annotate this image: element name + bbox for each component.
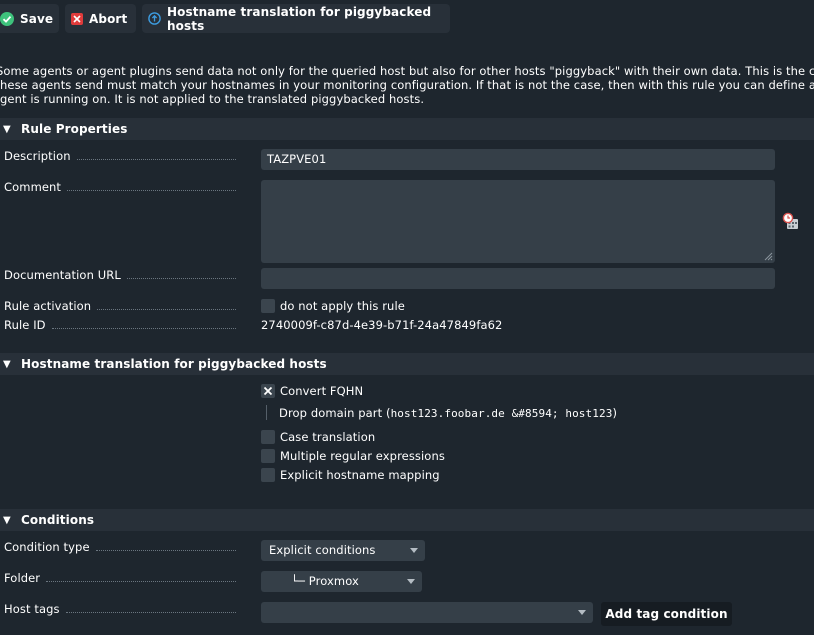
case-translation-label[interactable]: Case translation xyxy=(280,430,375,444)
rule-activation-label: Rule activation xyxy=(4,299,240,313)
label-text: Description xyxy=(4,149,71,163)
disable-rule-checkbox[interactable] xyxy=(261,299,275,313)
description-label: Description xyxy=(4,149,240,163)
rule-id-label: Rule ID xyxy=(4,318,240,332)
drop-domain-text: Drop domain part (host123.foobar.de &#85… xyxy=(279,406,617,420)
intro-line: hese agents send must match your hostnam… xyxy=(0,78,814,92)
drop-domain-suffix: ) xyxy=(612,406,618,420)
hostname-mapping-label[interactable]: Explicit hostname mapping xyxy=(280,468,440,482)
chevron-down-icon xyxy=(578,610,586,615)
section-title: Conditions xyxy=(21,513,95,527)
label-text: Comment xyxy=(4,180,62,194)
triangle-down-icon: ▼ xyxy=(3,123,11,135)
abort-label: Abort xyxy=(89,11,128,26)
documentation-url-field[interactable] xyxy=(261,268,775,289)
comment-textarea[interactable] xyxy=(261,180,775,263)
intro-line: Some agents or agent plugins send data n… xyxy=(0,64,814,78)
regex-label[interactable]: Multiple regular expressions xyxy=(280,449,445,463)
description-field[interactable]: TAZPVE01 xyxy=(261,149,775,170)
label-text: Rule ID xyxy=(4,318,46,332)
case-translation-checkbox[interactable] xyxy=(261,430,275,444)
resize-handle-icon[interactable] xyxy=(763,251,773,261)
convert-fqhn-checkbox[interactable] xyxy=(261,384,275,398)
rule-intro-text: Some agents or agent plugins send data n… xyxy=(0,64,814,106)
help-context-button[interactable]: Hostname translation for piggybacked hos… xyxy=(142,4,450,33)
host-tags-select[interactable] xyxy=(261,602,593,623)
drop-domain-example: host123.foobar.de &#8594; host123 xyxy=(390,407,613,420)
hostname-mapping-checkbox[interactable] xyxy=(261,468,275,482)
section-hostname-translation[interactable]: ▼ Hostname translation for piggybacked h… xyxy=(0,353,814,375)
disable-rule-label[interactable]: do not apply this rule xyxy=(280,299,405,313)
help-context-label: Hostname translation for piggybacked hos… xyxy=(167,4,432,33)
chevron-down-icon xyxy=(407,579,415,584)
section-title: Hostname translation for piggybacked hos… xyxy=(21,357,327,371)
comment-label: Comment xyxy=(4,180,240,194)
triangle-down-icon: ▼ xyxy=(3,514,11,526)
label-text: Folder xyxy=(4,571,41,585)
documentation-url-label: Documentation URL xyxy=(4,268,240,282)
rule-id-value: 2740009f-c87d-4e39-b71f-24a47849fa62 xyxy=(261,318,503,332)
folder-value: └─ Proxmox xyxy=(291,574,359,588)
label-text: Condition type xyxy=(4,540,90,554)
add-tag-condition-button[interactable]: Add tag condition xyxy=(601,602,732,626)
folder-select[interactable]: └─ Proxmox xyxy=(261,571,422,592)
section-conditions[interactable]: ▼ Conditions xyxy=(0,509,814,531)
chevron-down-icon xyxy=(410,548,418,553)
triangle-down-icon: ▼ xyxy=(3,358,11,370)
label-text: Host tags xyxy=(4,602,60,616)
save-button[interactable]: Save xyxy=(0,4,59,33)
save-label: Save xyxy=(20,11,54,26)
label-text: Rule activation xyxy=(4,299,92,313)
nested-option-indicator xyxy=(266,405,267,420)
condition-type-value: Explicit conditions xyxy=(269,543,376,557)
close-icon xyxy=(71,12,83,26)
checkbox-cross-icon xyxy=(263,386,273,396)
label-text: Documentation URL xyxy=(4,268,121,282)
folder-label: Folder xyxy=(4,571,240,585)
condition-type-select[interactable]: Explicit conditions xyxy=(261,540,425,561)
convert-fqhn-label[interactable]: Convert FQHN xyxy=(280,384,363,398)
toolbar: Save Abort Hostname translation for pigg… xyxy=(0,0,814,38)
timestamp-icon[interactable] xyxy=(782,212,800,230)
checkmark-icon xyxy=(0,11,14,26)
drop-domain-prefix: Drop domain part ( xyxy=(279,406,391,420)
section-rule-properties[interactable]: ▼ Rule Properties xyxy=(0,118,814,140)
condition-type-label: Condition type xyxy=(4,540,240,554)
intro-line: gent is running on. It is not applied to… xyxy=(0,92,425,106)
host-tags-label: Host tags xyxy=(4,602,240,616)
regex-checkbox[interactable] xyxy=(261,449,275,463)
info-circle-icon xyxy=(148,12,161,26)
section-title: Rule Properties xyxy=(21,122,128,136)
abort-button[interactable]: Abort xyxy=(65,4,136,33)
